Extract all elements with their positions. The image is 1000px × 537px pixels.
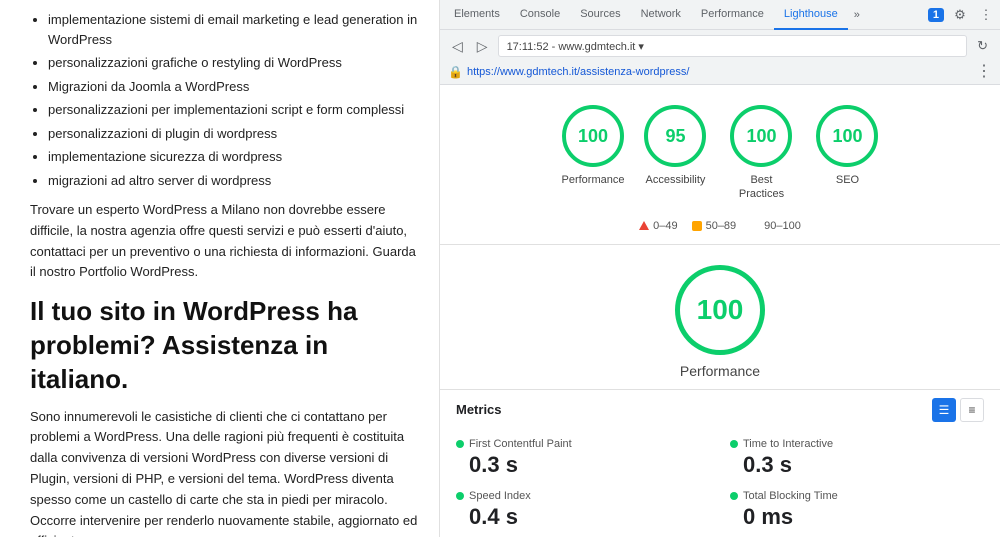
tab-sources[interactable]: Sources [570, 0, 630, 30]
metric-name-row: First Contentful Paint [456, 438, 710, 450]
metric-item: Total Blocking Time 0 ms [730, 490, 984, 530]
tab-more[interactable]: » [848, 9, 866, 21]
legend-fail-label: 0–49 [653, 220, 677, 232]
metric-name-row: Time to Interactive [730, 438, 984, 450]
metric-status-dot [456, 492, 464, 500]
metric-value: 0.3 s [730, 452, 984, 478]
metric-status-dot [730, 492, 738, 500]
feature-list: implementazione sistemi di email marketi… [30, 10, 419, 190]
list-item: Migrazioni da Joomla a WordPress [48, 77, 419, 97]
score-item: 100 Best Practices [726, 105, 796, 202]
url-more-icon[interactable]: ⋮ [976, 64, 992, 80]
lock-icon: 🔒 [448, 65, 463, 79]
legend-fail: 0–49 [639, 220, 677, 232]
metric-name-label: First Contentful Paint [469, 438, 572, 450]
metrics-view-icon-blue[interactable]: ☰ [932, 398, 956, 422]
devtools-panel: Elements Console Sources Network Perform… [440, 0, 1000, 537]
good-icon [750, 221, 760, 231]
score-label: Accessibility [646, 173, 706, 187]
tab-performance[interactable]: Performance [691, 0, 774, 30]
score-circle: 95 [644, 105, 706, 167]
average-icon [692, 221, 702, 231]
address-bar: ◁ ▷ ↻ [440, 30, 1000, 62]
left-panel: implementazione sistemi di email marketi… [0, 0, 440, 537]
big-performance-value: 100 [697, 294, 744, 326]
devtools-toolbar: Elements Console Sources Network Perform… [440, 0, 1000, 85]
metric-item: First Contentful Paint 0.3 s [456, 438, 710, 478]
legend-average: 50–89 [692, 220, 737, 232]
metrics-grid: First Contentful Paint0.3 sTime to Inter… [440, 430, 1000, 537]
list-item: implementazione sicurezza di wordpress [48, 147, 419, 167]
score-circle: 100 [816, 105, 878, 167]
metric-name-row: Speed Index [456, 490, 710, 502]
legend-good-label: 90–100 [764, 220, 801, 232]
paragraph-sono: Sono innumerevoli le casistiche di clien… [30, 407, 419, 537]
list-item: migrazioni ad altro server di wordpress [48, 171, 419, 191]
page-url[interactable]: https://www.gdmtech.it/assistenza-wordpr… [467, 66, 690, 78]
score-item: 100 Performance [562, 105, 625, 202]
heading-wordpress-problems: Il tuo sito in WordPress ha problemi? As… [30, 295, 419, 396]
metric-value: 0 ms [730, 504, 984, 530]
score-item: 95 Accessibility [644, 105, 706, 202]
address-input[interactable] [498, 35, 968, 57]
tab-icons-group: 1 ⚙ ⋮ [928, 5, 996, 25]
metric-name-label: Total Blocking Time [743, 490, 838, 502]
url-row: 🔒 https://www.gdmtech.it/assistenza-word… [440, 62, 1000, 84]
score-label: Performance [562, 173, 625, 187]
score-legend: 0–49 50–89 90–100 [440, 214, 1000, 244]
metrics-icons: ☰ ≡ [932, 398, 984, 422]
metric-item: Speed Index 0.4 s [456, 490, 710, 530]
metrics-title: Metrics [456, 402, 502, 417]
metric-name-label: Time to Interactive [743, 438, 833, 450]
metric-status-dot [730, 440, 738, 448]
metric-item: Time to Interactive 0.3 s [730, 438, 984, 478]
performance-section: 100 Performance [440, 245, 1000, 389]
score-label: SEO [836, 173, 859, 187]
list-item: personalizzazioni grafiche o restyling d… [48, 53, 419, 73]
tab-badge: 1 [928, 8, 944, 22]
back-icon[interactable]: ◁ [448, 36, 467, 57]
metrics-header: Metrics ☰ ≡ [440, 389, 1000, 430]
list-item: personalizzazioni di plugin di wordpress [48, 124, 419, 144]
metric-name-label: Speed Index [469, 490, 531, 502]
settings-icon[interactable]: ⚙ [950, 5, 970, 25]
score-circle: 100 [562, 105, 624, 167]
dots-icon[interactable]: ⋮ [976, 5, 996, 25]
big-performance-circle: 100 [675, 265, 765, 355]
metric-value: 0.3 s [456, 452, 710, 478]
forward-icon[interactable]: ▷ [473, 36, 492, 57]
reload-icon[interactable]: ↻ [973, 36, 992, 56]
tab-network[interactable]: Network [631, 0, 691, 30]
score-label: Best Practices [726, 173, 796, 202]
list-item: personalizzazioni per implementazioni sc… [48, 100, 419, 120]
scores-row: 100 Performance 95 Accessibility 100 Best Pra… [440, 85, 1000, 214]
tab-lighthouse[interactable]: Lighthouse [774, 0, 848, 30]
list-item: implementazione sistemi di email marketi… [48, 10, 419, 49]
lighthouse-content: 100 Performance 95 Accessibility 100 Best Pra… [440, 85, 1000, 537]
metric-value: 0.4 s [456, 504, 710, 530]
metric-name-row: Total Blocking Time [730, 490, 984, 502]
devtools-tabs-row: Elements Console Sources Network Perform… [440, 0, 1000, 30]
legend-average-label: 50–89 [706, 220, 737, 232]
metric-status-dot [456, 440, 464, 448]
score-item: 100 SEO [816, 105, 878, 202]
tab-console[interactable]: Console [510, 0, 570, 30]
paragraph-trovare: Trovare un esperto WordPress a Milano no… [30, 200, 419, 283]
score-circle: 100 [730, 105, 792, 167]
fail-icon [639, 221, 649, 230]
tab-elements[interactable]: Elements [444, 0, 510, 30]
performance-label: Performance [680, 363, 760, 379]
legend-good: 90–100 [750, 220, 801, 232]
metrics-view-icon-outline[interactable]: ≡ [960, 398, 984, 422]
